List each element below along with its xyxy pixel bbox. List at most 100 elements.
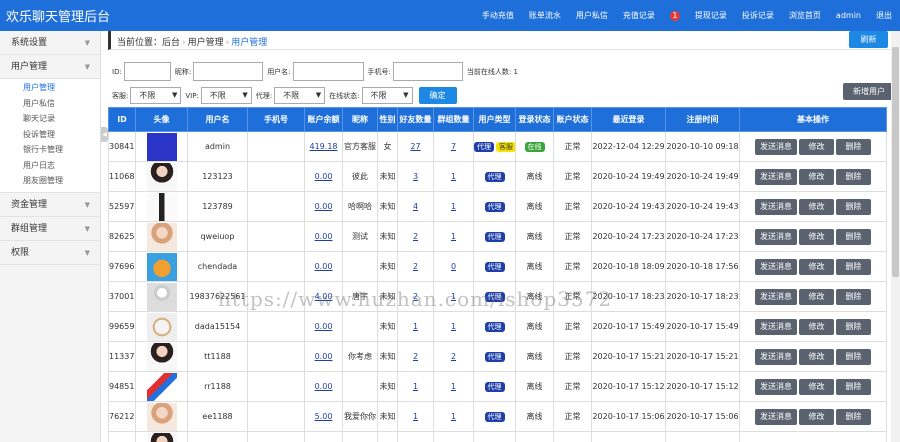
delete-button[interactable]: 删除 — [836, 228, 871, 245]
nav-item-5[interactable]: 投诉记录 — [742, 10, 774, 21]
edit-button[interactable]: 修改 — [799, 138, 834, 155]
balance-link[interactable]: 0.00 — [315, 202, 333, 211]
sidebar-item-6[interactable]: 朋友圈管理 — [0, 173, 100, 189]
refresh-button[interactable]: 刷新 — [849, 31, 888, 48]
delete-button[interactable]: 删除 — [836, 138, 871, 155]
nav-item-1[interactable]: 账单流水 — [529, 10, 561, 21]
edit-button[interactable]: 修改 — [799, 258, 834, 275]
send-message-button[interactable]: 发送消息 — [755, 198, 797, 215]
send-message-button[interactable]: 发送消息 — [755, 228, 797, 245]
delete-button[interactable]: 删除 — [836, 288, 871, 305]
sidebar-item-1[interactable]: 用户私信 — [0, 96, 100, 112]
balance-link[interactable]: 5.00 — [315, 412, 333, 421]
edit-button[interactable]: 修改 — [799, 408, 834, 425]
vip-select[interactable]: 不限 ▼ — [200, 87, 252, 104]
edit-button[interactable]: 修改 — [799, 198, 834, 215]
edit-button[interactable]: 修改 — [799, 288, 834, 305]
friends-link[interactable]: 1 — [413, 382, 418, 391]
breadcrumb-item-users[interactable]: 用户管理 — [188, 38, 224, 48]
delete-button[interactable]: 删除 — [836, 198, 871, 215]
balance-link[interactable]: 0.00 — [315, 382, 333, 391]
edit-button[interactable]: 修改 — [799, 318, 834, 335]
send-message-button[interactable]: 发送消息 — [755, 348, 797, 365]
friends-link[interactable]: 4 — [413, 202, 418, 211]
send-message-button[interactable]: 发送消息 — [755, 408, 797, 425]
friends-link[interactable]: 3 — [413, 172, 418, 181]
delete-button[interactable]: 删除 — [836, 258, 871, 275]
sidebar-group-3[interactable]: 群组管理 ▼ — [0, 217, 100, 241]
nav-item-4[interactable]: 提现记录 — [695, 10, 727, 21]
delete-button[interactable]: 删除 — [836, 378, 871, 395]
balance-link[interactable]: 0.00 — [315, 262, 333, 271]
friends-link[interactable]: 1 — [413, 322, 418, 331]
groups-link[interactable]: 1 — [451, 382, 456, 391]
id-input[interactable] — [123, 62, 171, 81]
sidebar-group-1[interactable]: 用户管理 ▼ — [0, 55, 100, 79]
confirm-button[interactable]: 确定 — [418, 87, 457, 104]
friends-link[interactable]: 2 — [413, 292, 418, 301]
delete-button[interactable]: 删除 — [836, 168, 871, 185]
edit-button[interactable]: 修改 — [799, 348, 834, 365]
groups-link[interactable]: 7 — [451, 142, 456, 151]
cell-actions: 发送消息 修改 删除 — [739, 161, 887, 192]
sidebar-item-4[interactable]: 银行卡管理 — [0, 142, 100, 158]
nickname-input[interactable] — [193, 62, 264, 81]
sidebar-group-0[interactable]: 系统设置 ▼ — [0, 31, 100, 55]
friends-link[interactable]: 2 — [413, 262, 418, 271]
sidebar-group-4[interactable]: 权限 ▼ — [0, 241, 100, 265]
delete-button[interactable]: 删除 — [836, 318, 871, 335]
balance-link[interactable]: 419.18 — [310, 142, 338, 151]
online-status-select[interactable]: 不限 ▼ — [361, 87, 413, 104]
send-message-button[interactable]: 发送消息 — [755, 258, 797, 275]
groups-link[interactable]: 1 — [451, 292, 456, 301]
groups-link[interactable]: 1 — [451, 232, 456, 241]
edit-button[interactable]: 修改 — [799, 228, 834, 245]
scrollbar-thumb[interactable] — [892, 47, 899, 277]
phone-input[interactable] — [392, 62, 463, 81]
nav-item-8[interactable]: 退出 — [876, 10, 892, 21]
service-select[interactable]: 不限 ▼ — [130, 87, 182, 104]
send-message-button[interactable]: 发送消息 — [755, 318, 797, 335]
groups-link[interactable]: 0 — [451, 262, 456, 271]
agent-select[interactable]: 不限 ▼ — [274, 87, 326, 104]
edit-button[interactable]: 修改 — [799, 168, 834, 185]
sidebar-item-3[interactable]: 投诉管理 — [0, 127, 100, 143]
groups-link[interactable]: 1 — [451, 202, 456, 211]
groups-link[interactable]: 1 — [451, 412, 456, 421]
sidebar-collapse-icon[interactable]: ◀ — [101, 127, 108, 142]
friends-link[interactable]: 27 — [410, 142, 420, 151]
cell-account-status: 正常 — [553, 401, 592, 432]
sidebar-item-5[interactable]: 用户日志 — [0, 158, 100, 174]
sidebar-item-2[interactable]: 聊天记录 — [0, 111, 100, 127]
balance-link[interactable]: 0.00 — [315, 352, 333, 361]
breadcrumb-item-home[interactable]: 后台 — [162, 38, 180, 48]
edit-button[interactable]: 修改 — [799, 378, 834, 395]
sidebar-item-0[interactable]: 用户管理 — [0, 80, 100, 96]
balance-link[interactable]: 0.00 — [315, 322, 333, 331]
friends-link[interactable]: 2 — [413, 232, 418, 241]
nav-item-0[interactable]: 手动充值 — [482, 10, 514, 21]
nav-item-3[interactable]: 充值记录 — [623, 10, 655, 21]
cell-last-login: 2020-10-24 19:49 — [591, 161, 666, 192]
delete-button[interactable]: 删除 — [836, 408, 871, 425]
add-user-button[interactable]: 新增用户 — [843, 83, 895, 100]
send-message-button[interactable]: 发送消息 — [755, 168, 797, 185]
groups-link[interactable]: 1 — [451, 172, 456, 181]
delete-button[interactable]: 删除 — [836, 348, 871, 365]
groups-link[interactable]: 1 — [451, 322, 456, 331]
groups-link[interactable]: 2 — [451, 352, 456, 361]
page-scrollbar[interactable] — [891, 31, 900, 442]
send-message-button[interactable]: 发送消息 — [755, 138, 797, 155]
balance-link[interactable]: 0.00 — [315, 172, 333, 181]
username-input[interactable] — [292, 62, 364, 81]
nav-item-7[interactable]: admin — [836, 11, 861, 20]
friends-link[interactable]: 2 — [413, 352, 418, 361]
friends-link[interactable]: 1 — [413, 412, 418, 421]
nav-item-2[interactable]: 用户私信 — [576, 10, 608, 21]
balance-link[interactable]: 4.00 — [315, 292, 333, 301]
send-message-button[interactable]: 发送消息 — [755, 288, 797, 305]
nav-item-6[interactable]: 浏览首页 — [789, 10, 821, 21]
sidebar-group-2[interactable]: 资金管理 ▼ — [0, 193, 100, 217]
send-message-button[interactable]: 发送消息 — [755, 378, 797, 395]
balance-link[interactable]: 0.00 — [315, 232, 333, 241]
